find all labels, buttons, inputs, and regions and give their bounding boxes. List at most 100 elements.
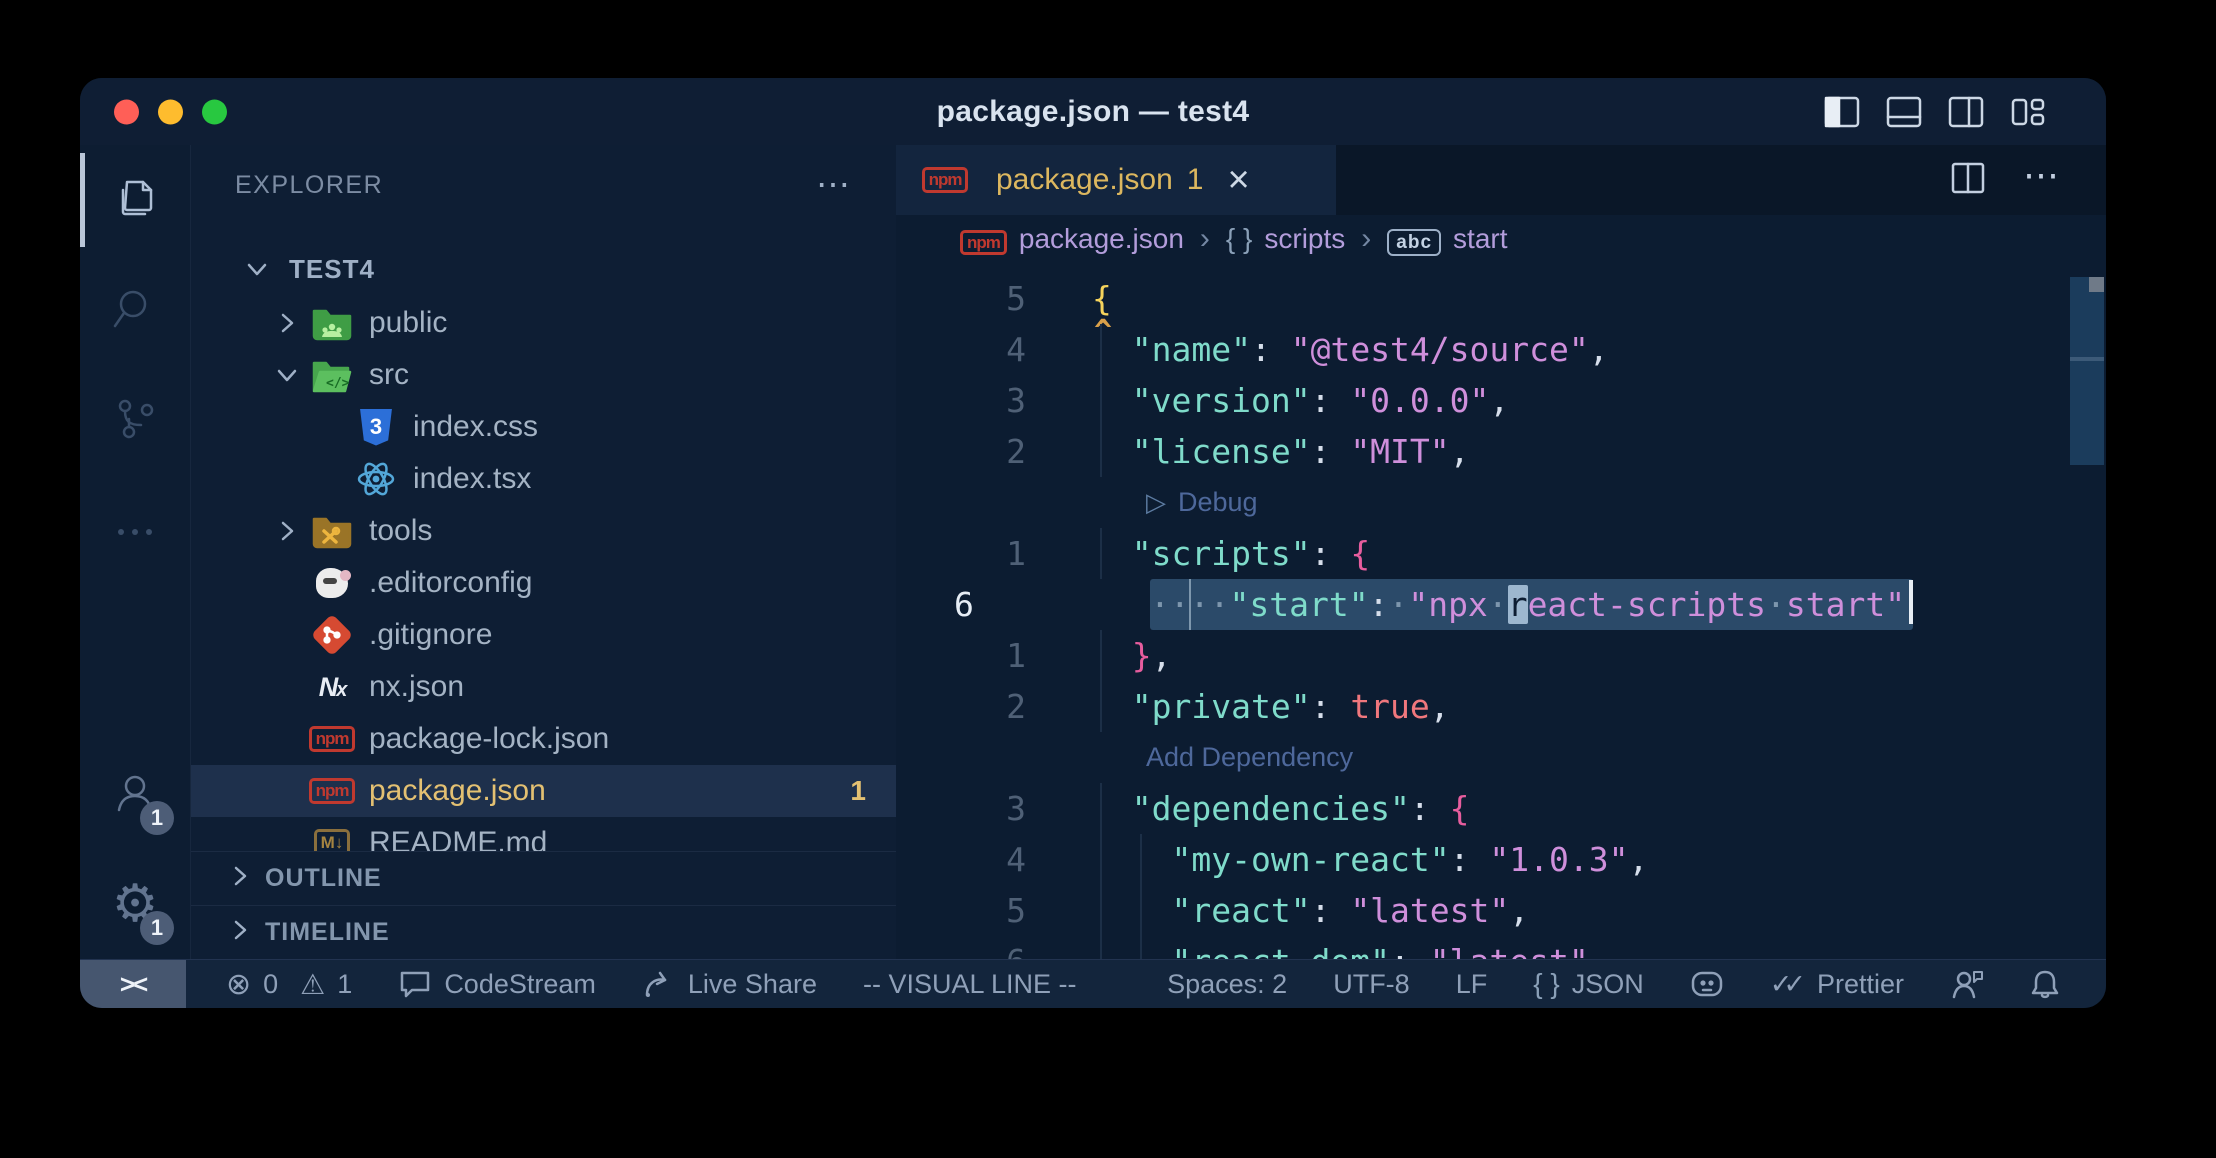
breadcrumb-label: scripts [1264,223,1345,255]
close-tab-icon[interactable]: × [1227,165,1249,195]
editor-more-actions-icon[interactable]: ⋯ [2023,169,2062,192]
scrollbar-thumb[interactable] [2070,277,2104,465]
toggle-secondary-sidebar-icon[interactable] [1948,94,1984,130]
tree-item-index-tsx[interactable]: index.tsx [191,453,896,505]
tab-label: package.json [996,163,1173,197]
status-item-live-share[interactable]: Live Share [642,968,817,1000]
status-item-feedback[interactable] [1950,968,1984,1000]
chevron-placeholder [265,769,309,813]
tree-item-public[interactable]: public [191,297,896,349]
status-right: Spaces: 2 UTF-8 LF { }JSON ✓✓Prettier [1167,968,2106,1000]
tree-item-nx-json[interactable]: Nxnx.json [191,661,896,713]
overview-warning-marker [2089,277,2104,292]
token: · [1190,585,1210,624]
activity-item-accounts[interactable]: 1 [80,739,190,849]
codelens-label: Debug [1178,477,1258,528]
status-item-codestream[interactable]: CodeStream [398,969,596,1000]
status-item-item[interactable]: ⊗0⚠1 [226,967,352,1002]
tree-item-tools[interactable]: tools [191,505,896,557]
token: true [1350,687,1429,726]
breadcrumb-item-start[interactable]: abcstart [1387,223,1507,255]
status-item-octoface[interactable] [1690,968,1724,1000]
breadcrumb-separator: › [1200,222,1210,256]
token: : [1311,891,1351,930]
remote-indicator[interactable]: >< [80,960,186,1008]
breadcrumb-item-package-json[interactable]: npmpackage.json [960,223,1184,255]
code-text: "my-own-react": "1.0.3", [1026,834,1648,885]
line-number: 6 [896,579,1084,630]
vscode-window: package.json — test4 1⚙1 EXPLORER ⋯ TEST… [80,78,2106,1008]
codelens-add-dependency[interactable]: Add Dependency [896,732,2106,783]
status-left: >< ⊗0⚠1 CodeStream Live Share -- VISUAL LINE… [80,960,1077,1008]
tree-item-package-lock-json[interactable]: npmpackage-lock.json [191,713,896,765]
tree-item-label: .editorconfig [369,566,532,600]
tree-item-index-css[interactable]: 3index.css [191,401,896,453]
split-editor-icon[interactable] [1951,162,1985,199]
chevron-down-icon [235,247,279,291]
more-icon [109,502,161,559]
folder-src-open-icon: </> [309,353,355,397]
cursor-bar [1909,580,1913,624]
zoom-window-button[interactable] [202,99,227,124]
minimize-window-button[interactable] [158,99,183,124]
token: "npx [1408,585,1487,624]
section-header-timeline[interactable]: TIMELINE [191,905,896,959]
token: : [1450,840,1490,879]
react-icon [353,457,399,501]
toggle-panel-icon[interactable] [1886,94,1922,130]
tree-item-src[interactable]: </> src [191,349,896,401]
activity-item-more[interactable] [80,475,190,585]
codelens-debug[interactable]: ▷Debug [896,477,2106,528]
section-header-outline[interactable]: OUTLINE [191,851,896,905]
explorer-more-actions-icon[interactable]: ⋯ [816,180,852,190]
status-item-prettier[interactable]: ✓✓Prettier [1770,969,1904,1000]
status-item-bell[interactable] [2030,968,2060,1000]
tab-package-json[interactable]: npm package.json 1 × [896,145,1336,215]
sidebar-bottom-sections: OUTLINETIMELINE [191,851,896,959]
status-item-utf-8[interactable]: UTF-8 [1333,969,1410,1000]
breadcrumb-item-scripts[interactable]: { } scripts [1226,223,1345,255]
status-item-lf[interactable]: LF [1456,969,1488,1000]
tree-item-package-json[interactable]: npmpackage.json1 [191,765,896,817]
customize-layout-icon[interactable] [2010,94,2046,130]
token: "react" [1171,891,1310,930]
line-number: 2 [896,681,1026,732]
tree-item--gitignore[interactable]: .gitignore [191,609,896,661]
code-line: 1 }, [896,630,2106,681]
token [1092,687,1132,726]
code-line: 6 "react-dom": "latest", [896,936,2106,959]
chevron-down-icon [265,353,309,397]
line-number: 2 [896,426,1026,477]
status-item--visual-line-[interactable]: -- VISUAL LINE -- [863,969,1077,1000]
code-line: 4 "name": "@test4/source", [896,324,2106,375]
code-line: 2 "private": true, [896,681,2106,732]
activity-item-search[interactable] [80,255,190,365]
token: "react-dom" [1171,942,1390,959]
tree-item-readme-md[interactable]: M↓README.md [191,817,896,851]
activity-item-settings[interactable]: ⚙1 [80,849,190,959]
activity-bar: 1⚙1 [80,145,190,959]
tree-item-label: src [369,358,409,392]
braces-icon: { } [1226,223,1252,255]
workspace-root-row[interactable]: TEST4 [191,241,896,297]
activity-item-explorer[interactable] [80,145,190,255]
status-label: Prettier [1817,969,1904,1000]
warning-count: 1 [337,969,352,1000]
status-item-spaces-2[interactable]: Spaces: 2 [1167,969,1287,1000]
token: , [1589,330,1609,369]
token: , [1628,840,1648,879]
toggle-sidebar-icon[interactable] [1824,94,1860,130]
braces-icon: { } [1533,968,1559,1000]
npm-icon: npm [309,717,355,761]
close-window-button[interactable] [114,99,139,124]
chevron-placeholder [265,821,309,851]
line-number: 1 [896,630,1026,681]
token: : [1311,432,1351,471]
code-area[interactable]: 5{^4 "name": "@test4/source",3 "version"… [896,263,2106,959]
markdown-icon: M↓ [309,821,355,851]
token: "latest" [1430,942,1589,959]
chevron-placeholder [265,665,309,709]
status-item-json[interactable]: { }JSON [1533,968,1644,1000]
activity-item-source-control[interactable] [80,365,190,475]
tree-item--editorconfig[interactable]: .editorconfig [191,557,896,609]
